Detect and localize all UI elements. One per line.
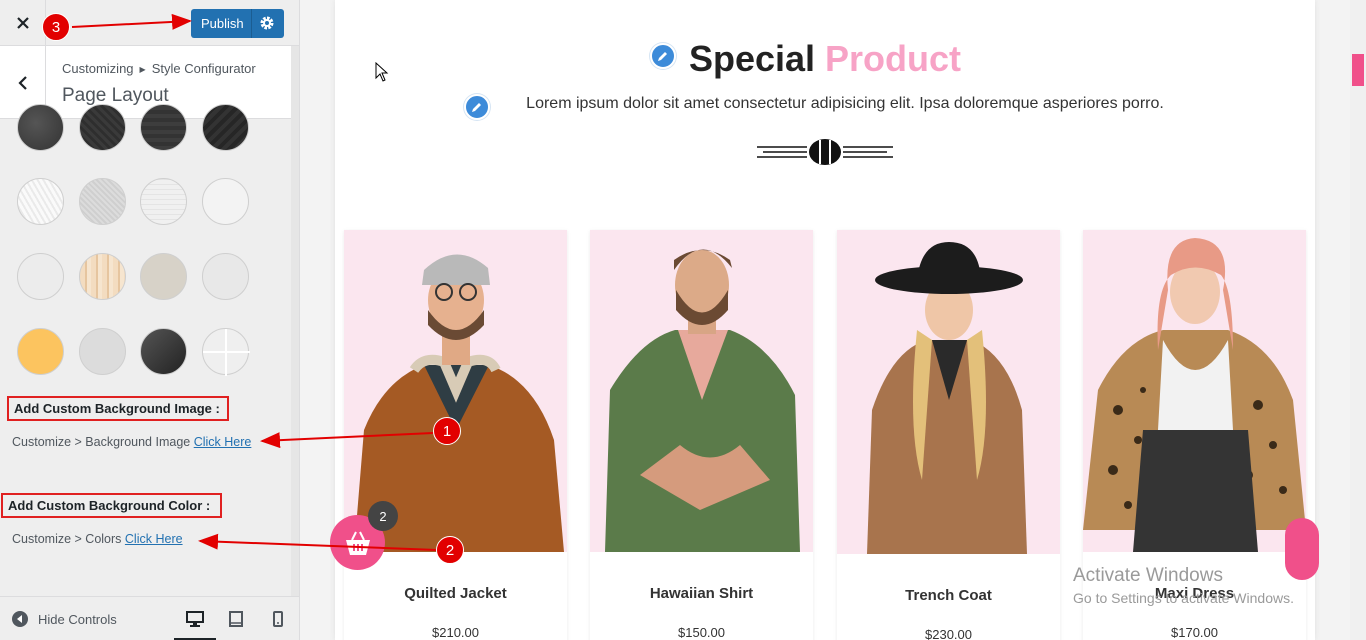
mouse-cursor-icon [375,62,389,82]
bg-image-help: Customize > Background Image Click Here [12,435,251,449]
pattern-swatch-yellow[interactable] [17,328,64,375]
pattern-swatch-grid[interactable] [202,328,250,376]
section-title: Page Layout [62,85,169,106]
product-price: $210.00 [432,625,479,640]
pattern-swatch-dark-2[interactable] [79,104,126,151]
custom-bg-color-label: Add Custom Background Color : [1,493,222,518]
annotation-marker-1: 1 [433,417,461,445]
mobile-preview-button[interactable] [267,609,289,629]
bg-image-click-here-link[interactable]: Click Here [194,435,252,449]
scrollbar-thumb[interactable] [1352,54,1364,86]
bg-color-help: Customize > Colors Click Here [12,532,183,546]
pattern-swatch-light-2[interactable] [79,178,126,225]
annotation-marker-3: 3 [42,13,70,41]
pattern-swatch-dark-1[interactable] [17,104,64,151]
sidebar-scrollbar[interactable] [291,46,299,640]
bg-image-path: Customize > Background Image [12,435,191,449]
product-image[interactable] [590,230,813,552]
breadcrumb-root: Customizing [62,61,134,76]
pattern-swatch-light-1[interactable] [17,178,64,225]
custom-bg-image-label: Add Custom Background Image : [7,396,229,421]
bg-color-path: Customize > Colors [12,532,122,546]
section-heading: Special Product [335,38,1315,80]
close-customizer-button[interactable] [0,0,46,46]
pattern-swatch-dark-3[interactable] [140,104,187,151]
product-name[interactable]: Hawaiian Shirt [590,585,813,602]
tablet-preview-button[interactable] [225,609,247,629]
close-icon [16,17,29,29]
preview-scrollbar[interactable] [1350,0,1366,640]
mobile-icon [273,611,283,627]
hide-controls-label: Hide Controls [38,611,117,627]
pattern-swatch-dark-4[interactable] [202,104,249,151]
product-price: $170.00 [1171,625,1218,640]
heading-accent: Product [825,38,962,79]
product-image[interactable] [1083,230,1306,552]
product-price: $230.00 [925,627,972,640]
cart-count-badge: 2 [368,501,398,531]
chevron-left-icon [17,75,27,90]
publish-label: Publish [201,16,244,31]
pattern-swatch-light-6[interactable] [202,253,249,300]
shopping-bag-icon [345,531,370,555]
breadcrumb: Customizing ▶ Style Configurator [62,61,256,76]
product-name[interactable]: Trench Coat [837,587,1060,604]
product-image[interactable] [837,230,1060,554]
pattern-swatch-light-3[interactable] [140,178,187,225]
pattern-swatch-light-gray[interactable] [79,328,126,375]
ornament-divider [757,139,893,165]
product-card[interactable]: Trench Coat $230.00 [837,230,1060,640]
watermark-subtitle: Go to Settings to activate Windows. [1073,590,1294,606]
watermark-title: Activate Windows [1073,565,1223,586]
pattern-swatch-wood[interactable] [79,253,126,300]
gear-icon[interactable] [259,15,275,31]
product-name[interactable]: Quilted Jacket [344,585,567,602]
collapse-arrow-icon [12,611,28,627]
annotation-marker-2: 2 [436,536,464,564]
triangle-right-icon: ▶ [139,65,146,74]
product-price: $150.00 [678,625,725,640]
section-subtitle: Lorem ipsum dolor sit amet consectetur a… [526,95,1164,112]
product-card[interactable]: Hawaiian Shirt $150.00 [590,230,813,640]
publish-button[interactable]: Publish [191,9,284,38]
customizer-footer: Hide Controls [0,596,299,640]
pattern-swatch-dark-gray[interactable] [140,328,187,375]
activate-windows-watermark: Activate Windows Go to Settings to activ… [1073,565,1294,606]
tablet-icon [229,611,243,627]
heading-main: Special [688,38,816,79]
breadcrumb-child: Style Configurator [151,61,256,76]
bg-color-click-here-link[interactable]: Click Here [125,532,183,546]
preview-page: Special Product Lorem ipsum dolor sit am… [335,0,1315,640]
desktop-preview-button[interactable] [174,609,216,640]
pattern-swatch-light-5[interactable] [17,253,64,300]
pattern-swatch-light-4[interactable] [202,178,249,225]
hide-controls-button[interactable]: Hide Controls [12,611,117,627]
desktop-icon [186,611,204,627]
customizer-sidebar: Publish Customizing ▶ Style Configurator P… [0,0,300,640]
pattern-swatch-beige[interactable] [140,253,187,300]
